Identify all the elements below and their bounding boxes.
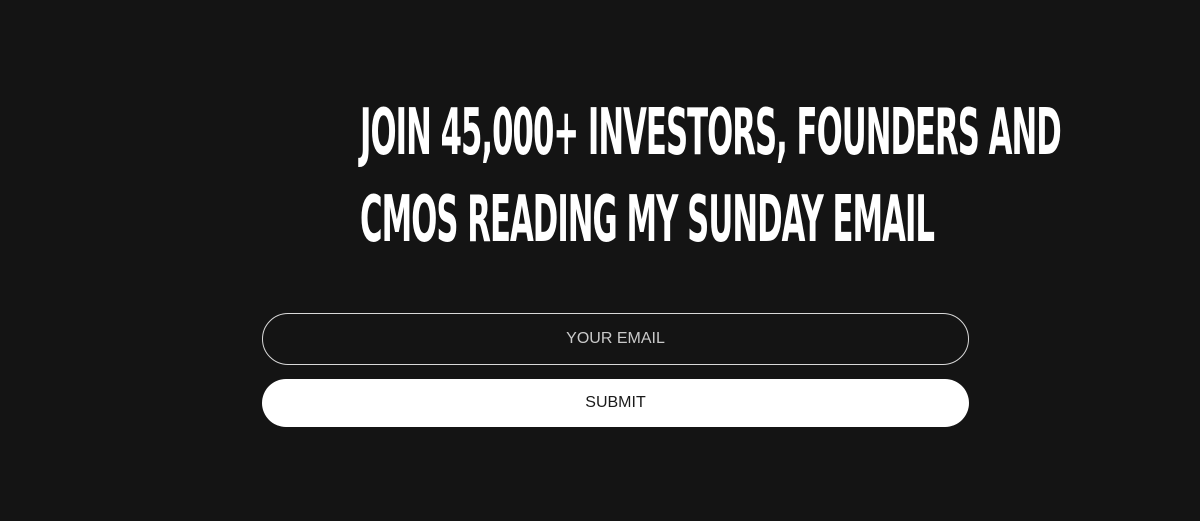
- headline-line-1: JOIN 45,000+ INVESTORS, FOUNDERS AND: [100, 93, 1100, 173]
- email-input[interactable]: [262, 313, 969, 365]
- submit-button[interactable]: SUBMIT: [262, 379, 969, 427]
- headline-line-2-text: CMOS READING MY SUNDAY EMAIL: [360, 183, 935, 257]
- headline-line-2: CMOS READING MY SUNDAY EMAIL: [100, 180, 1100, 260]
- headline-line-1-text: JOIN 45,000+ INVESTORS, FOUNDERS AND: [360, 96, 1062, 170]
- newsletter-signup-section: JOIN 45,000+ INVESTORS, FOUNDERS AND CMO…: [0, 0, 1200, 521]
